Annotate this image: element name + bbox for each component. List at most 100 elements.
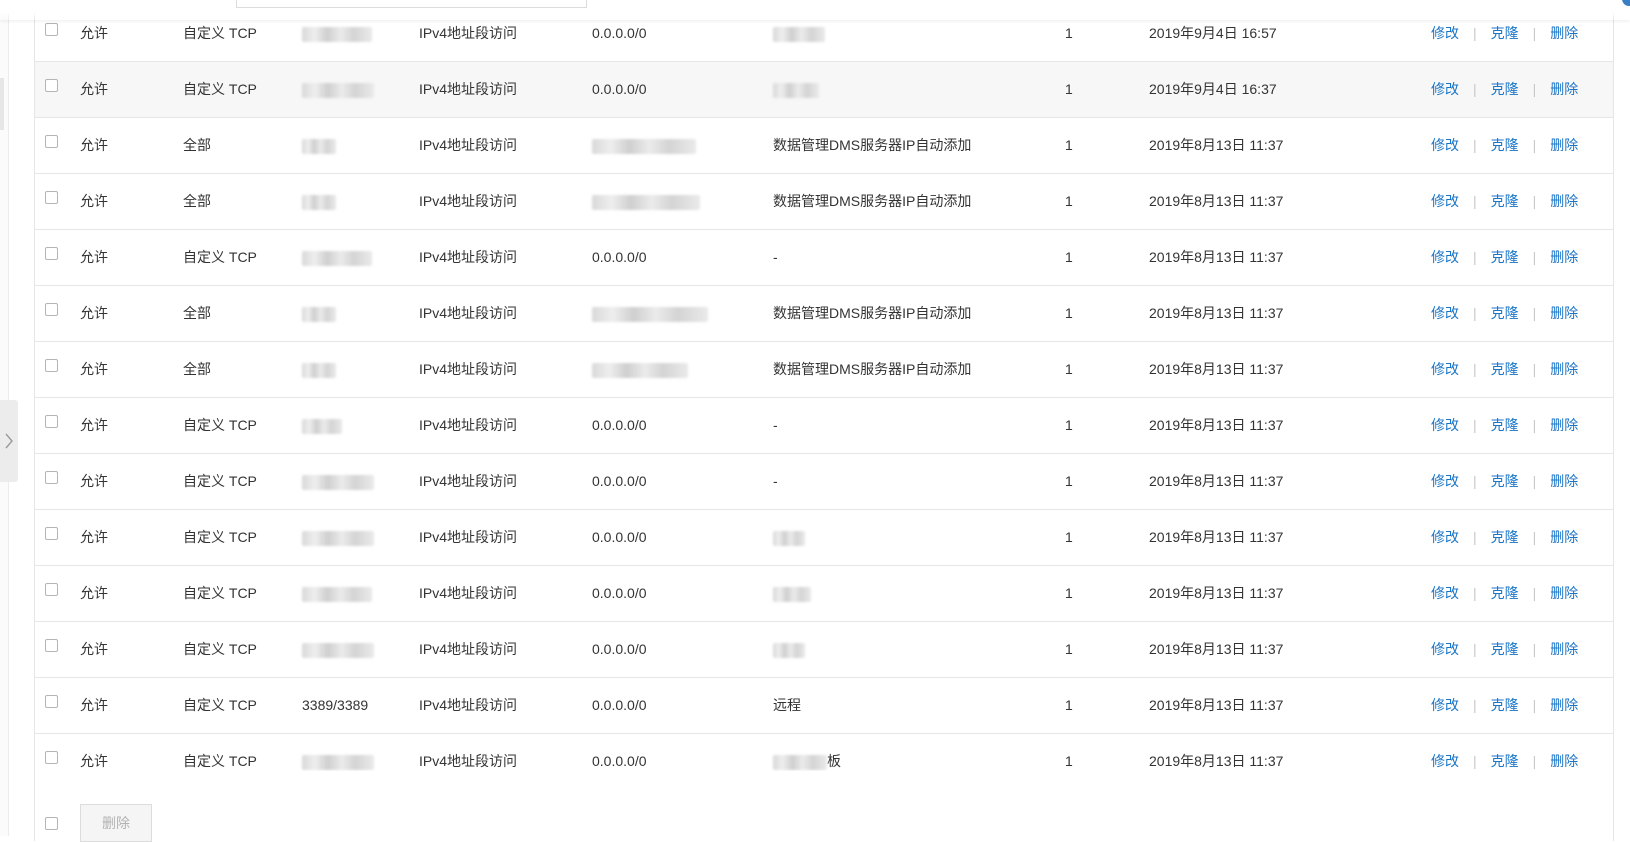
- edit-link[interactable]: 修改: [1431, 249, 1459, 265]
- edit-link[interactable]: 修改: [1431, 25, 1459, 41]
- clone-link[interactable]: 克隆: [1491, 249, 1519, 265]
- redacted-value: [302, 418, 342, 434]
- row-actions: 修改 | 克隆 | 删除: [1431, 398, 1578, 453]
- cell-description: [773, 62, 819, 117]
- clone-link[interactable]: 克隆: [1491, 193, 1519, 209]
- delete-link[interactable]: 删除: [1550, 137, 1578, 153]
- cell-created-time: 2019年8月13日 11:37: [1149, 678, 1283, 733]
- row-checkbox[interactable]: [45, 359, 58, 372]
- clone-link[interactable]: 克隆: [1491, 697, 1519, 713]
- cell-created-time: 2019年8月13日 11:37: [1149, 286, 1283, 341]
- cell-created-time: 2019年8月13日 11:37: [1149, 174, 1283, 229]
- action-separator: |: [1473, 25, 1477, 41]
- edit-link[interactable]: 修改: [1431, 529, 1459, 545]
- row-checkbox[interactable]: [45, 415, 58, 428]
- cell-created-time-text: 2019年8月13日 11:37: [1149, 641, 1284, 657]
- delete-link[interactable]: 删除: [1550, 417, 1578, 433]
- cell-source: 0.0.0.0/0: [592, 510, 647, 565]
- edit-link[interactable]: 修改: [1431, 305, 1459, 321]
- delete-link[interactable]: 删除: [1550, 585, 1578, 601]
- row-checkbox[interactable]: [45, 23, 58, 36]
- clone-link[interactable]: 克隆: [1491, 529, 1519, 545]
- delete-link[interactable]: 删除: [1550, 361, 1578, 377]
- cell-protocol-text: 自定义 TCP: [183, 585, 257, 601]
- row-checkbox[interactable]: [45, 471, 58, 484]
- edit-link[interactable]: 修改: [1431, 697, 1459, 713]
- delete-link[interactable]: 删除: [1550, 697, 1578, 713]
- cell-port: [302, 174, 336, 229]
- action-separator: |: [1532, 193, 1537, 209]
- cell-policy-text: 允许: [80, 585, 108, 601]
- cell-port: [302, 398, 342, 453]
- cell-port: [302, 566, 372, 621]
- cell-created-time: 2019年8月13日 11:37: [1149, 398, 1283, 453]
- row-checkbox[interactable]: [45, 695, 58, 708]
- delete-link[interactable]: 删除: [1550, 529, 1578, 545]
- row-checkbox[interactable]: [45, 191, 58, 204]
- action-separator: |: [1473, 249, 1477, 265]
- edit-link[interactable]: 修改: [1431, 473, 1459, 489]
- clone-link[interactable]: 克隆: [1491, 585, 1519, 601]
- delete-link[interactable]: 删除: [1550, 753, 1578, 769]
- clone-link[interactable]: 克隆: [1491, 473, 1519, 489]
- clone-link[interactable]: 克隆: [1491, 417, 1519, 433]
- cell-priority-text: 1: [1065, 137, 1073, 153]
- cell-policy: 允许: [80, 454, 108, 509]
- delete-link[interactable]: 删除: [1550, 25, 1578, 41]
- edit-link[interactable]: 修改: [1431, 585, 1459, 601]
- table-row: 允许 自定义 TCP IPv4地址段访问 0.0.0.0/0 1 2019年8月13日 1…: [35, 510, 1613, 566]
- cell-auth-type: IPv4地址段访问: [419, 398, 517, 453]
- row-checkbox[interactable]: [45, 303, 58, 316]
- delete-link[interactable]: 删除: [1550, 473, 1578, 489]
- row-checkbox[interactable]: [45, 751, 58, 764]
- clone-link[interactable]: 克隆: [1491, 361, 1519, 377]
- clone-link[interactable]: 克隆: [1491, 25, 1519, 41]
- edit-link[interactable]: 修改: [1431, 137, 1459, 153]
- cell-source: [592, 342, 688, 397]
- cell-policy-text: 允许: [80, 753, 108, 769]
- clone-link[interactable]: 克隆: [1491, 305, 1519, 321]
- edit-link[interactable]: 修改: [1431, 193, 1459, 209]
- cell-description: 数据管理DMS服务器IP自动添加: [773, 286, 971, 341]
- row-checkbox[interactable]: [45, 527, 58, 540]
- row-checkbox[interactable]: [45, 639, 58, 652]
- cell-description: 数据管理DMS服务器IP自动添加: [773, 118, 971, 173]
- cell-source-text: 0.0.0.0/0: [592, 641, 647, 657]
- clone-link[interactable]: 克隆: [1491, 137, 1519, 153]
- delete-link[interactable]: 删除: [1550, 193, 1578, 209]
- cell-port: 3389/3389: [302, 678, 368, 733]
- redacted-value: [302, 754, 374, 770]
- edit-link[interactable]: 修改: [1431, 81, 1459, 97]
- redacted-value: [302, 306, 336, 322]
- action-separator: |: [1532, 585, 1537, 601]
- edit-link[interactable]: 修改: [1431, 641, 1459, 657]
- edit-link[interactable]: 修改: [1431, 361, 1459, 377]
- cell-policy: 允许: [80, 286, 108, 341]
- cell-source-text: 0.0.0.0/0: [592, 417, 647, 433]
- row-checkbox[interactable]: [45, 79, 58, 92]
- clone-link[interactable]: 克隆: [1491, 641, 1519, 657]
- cell-priority-text: 1: [1065, 249, 1073, 265]
- cell-policy-text: 允许: [80, 361, 108, 377]
- delete-link[interactable]: 删除: [1550, 249, 1578, 265]
- sidebar-collapse-toggle[interactable]: [0, 400, 18, 482]
- edit-link[interactable]: 修改: [1431, 753, 1459, 769]
- redacted-value: [302, 474, 374, 490]
- select-all-checkbox[interactable]: [45, 817, 58, 830]
- clone-link[interactable]: 克隆: [1491, 753, 1519, 769]
- action-separator: |: [1532, 641, 1537, 657]
- bulk-delete-button[interactable]: 删除: [80, 804, 152, 842]
- cell-source-text: 0.0.0.0/0: [592, 25, 647, 41]
- row-checkbox[interactable]: [45, 583, 58, 596]
- row-checkbox[interactable]: [45, 135, 58, 148]
- row-checkbox[interactable]: [45, 247, 58, 260]
- clone-link[interactable]: 克隆: [1491, 81, 1519, 97]
- delete-link[interactable]: 删除: [1550, 81, 1578, 97]
- cell-policy-text: 允许: [80, 249, 108, 265]
- cell-policy-text: 允许: [80, 81, 108, 97]
- delete-link[interactable]: 删除: [1550, 641, 1578, 657]
- cell-protocol-text: 自定义 TCP: [183, 641, 257, 657]
- delete-link[interactable]: 删除: [1550, 305, 1578, 321]
- edit-link[interactable]: 修改: [1431, 417, 1459, 433]
- cell-policy: 允许: [80, 510, 108, 565]
